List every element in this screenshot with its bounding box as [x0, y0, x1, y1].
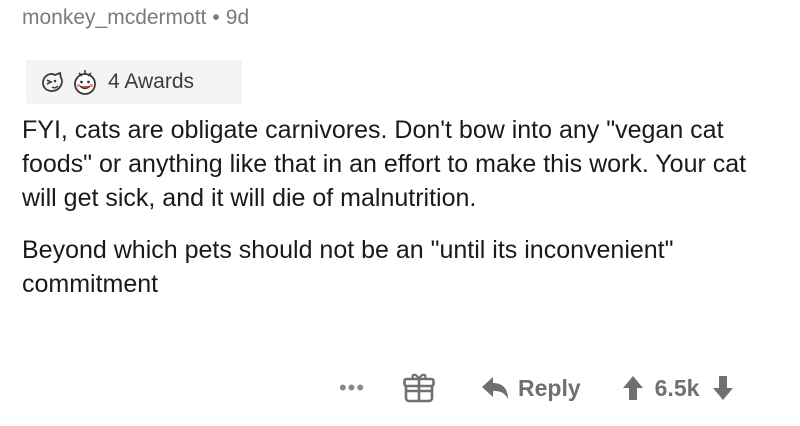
- reply-arrow-icon: [482, 377, 508, 399]
- awards-badge[interactable]: 4 Awards: [26, 60, 242, 104]
- wholesome-award-icon: [70, 67, 100, 97]
- comment-actions: ••• Reply 6.5k: [322, 363, 735, 413]
- comment-body: FYI, cats are obligate carnivores. Don't…: [22, 113, 782, 319]
- meta-separator: •: [212, 6, 220, 29]
- awards-count-label: 4 Awards: [108, 70, 194, 93]
- silver-award-icon: [38, 67, 68, 97]
- comment-meta: monkey_mcdermott • 9d: [22, 6, 249, 30]
- give-award-button[interactable]: [402, 371, 436, 405]
- comment-paragraph: FYI, cats are obligate carnivores. Don't…: [22, 116, 747, 212]
- gift-icon: [403, 373, 435, 403]
- upvote-arrow-icon: [622, 376, 643, 400]
- downvote-button[interactable]: [711, 374, 735, 402]
- downvote-arrow-icon: [713, 376, 734, 400]
- vote-controls: 6.5k: [621, 374, 736, 402]
- more-options-button[interactable]: •••: [322, 375, 382, 401]
- comment-paragraph: Beyond which pets should not be an "unti…: [22, 236, 674, 298]
- author-name[interactable]: monkey_mcdermott: [22, 6, 206, 29]
- reply-button[interactable]: Reply: [480, 375, 581, 402]
- reply-label: Reply: [518, 374, 581, 401]
- upvote-button[interactable]: [621, 374, 645, 402]
- comment-age: 9d: [225, 6, 250, 29]
- vote-score: 6.5k: [654, 374, 700, 401]
